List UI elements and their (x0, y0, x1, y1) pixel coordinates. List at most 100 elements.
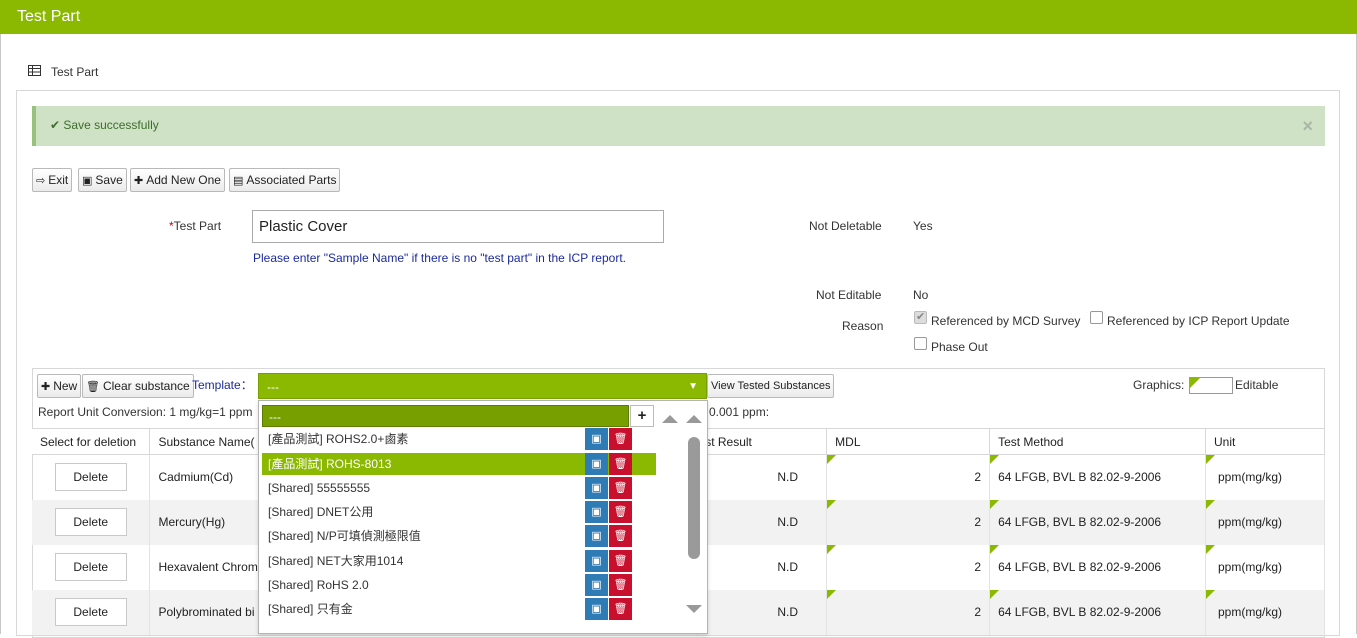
delete-button[interactable]: Delete (54, 508, 127, 536)
unit-cell[interactable]: ppm(mg/kg) (1205, 454, 1326, 500)
unit-conversion-text: Report Unit Conversion: 1 mg/kg=1 ppm (38, 405, 253, 419)
reason-label: Reason (842, 319, 884, 333)
floppy-icon[interactable]: ▣ (585, 574, 608, 596)
template-option[interactable]: [Shared] DNET公用 ▣ 🗑 (262, 501, 656, 523)
editable-label: Editable (1235, 378, 1279, 392)
delete-button[interactable]: Delete (54, 553, 127, 581)
reason-phaseout-checkbox[interactable] (914, 337, 927, 350)
floppy-icon[interactable]: ▣ (585, 453, 608, 475)
floppy-icon[interactable]: ▣ (585, 598, 608, 620)
floppy-icon[interactable]: ▣ (585, 525, 608, 547)
reason-phaseout-label: Phase Out (931, 340, 988, 354)
test-part-input[interactable]: Plastic Cover (252, 210, 664, 243)
save-button[interactable]: ▣ Save (78, 168, 127, 192)
trash-icon[interactable]: 🗑 (609, 477, 632, 499)
template-option[interactable]: [Shared] 55555555 ▣ 🗑 (262, 477, 656, 499)
col-unit: Unit (1205, 428, 1326, 455)
associated-parts-button[interactable]: ▤ Associated Parts (229, 168, 341, 192)
mdl-cell[interactable]: 2 (826, 589, 991, 635)
method-cell[interactable]: 64 LFGB, BVL B 82.02-9-2006 (989, 499, 1206, 545)
mdl-cell[interactable]: 2 (826, 544, 991, 590)
result-cell: N.D (696, 589, 828, 635)
view-tested-button[interactable]: View Tested Substances (707, 374, 835, 398)
table-icon (28, 65, 41, 79)
graphics-legend-box (1189, 377, 1233, 394)
floppy-icon[interactable]: ▣ (585, 428, 608, 450)
exit-icon: ⇨ (36, 175, 46, 187)
floppy-icon[interactable]: ▣ (585, 550, 608, 572)
trash-icon[interactable]: 🗑 (609, 598, 632, 620)
template-search-input[interactable]: --- (262, 405, 629, 427)
select-cell: Delete (32, 454, 151, 500)
trash-icon[interactable]: 🗑 (609, 501, 632, 523)
trash-icon[interactable]: 🗑 (609, 453, 632, 475)
floppy-icon[interactable]: ▣ (585, 477, 608, 499)
add-template-button[interactable]: + (630, 405, 654, 427)
mdl-cell[interactable]: 2 (826, 499, 991, 545)
new-substance-button[interactable]: ✚ New (37, 374, 82, 398)
template-option[interactable]: [Shared] NET大家用1014 ▣ 🗑 (262, 550, 656, 572)
chevron-down-icon: ▼ (688, 381, 698, 392)
panel-header: Test Part (16, 53, 1340, 91)
col-mdl: MDL (826, 428, 991, 455)
template-option[interactable]: [Shared] 只有金 ▣ 🗑 (262, 598, 656, 620)
scroll-up-icon[interactable] (662, 415, 678, 423)
unit-cell[interactable]: ppm(mg/kg) (1205, 499, 1326, 545)
template-option[interactable]: [Shared] RoHS 2.0 ▣ 🗑 (262, 574, 656, 596)
select-cell: Delete (32, 544, 151, 590)
trash-icon[interactable]: 🗑 (609, 428, 632, 450)
unit-conversion-text-right: 0.001 ppm: (709, 405, 770, 419)
reason-mcd-label: Referenced by MCD Survey (931, 314, 1081, 328)
scroll-up-icon[interactable] (686, 415, 702, 423)
col-method: Test Method (989, 428, 1206, 455)
panel-title: Test Part (51, 65, 99, 79)
select-cell: Delete (32, 589, 151, 635)
template-option[interactable]: [產品測試] ROHS2.0+鹵素 ▣ 🗑 (262, 428, 656, 450)
trash-icon[interactable]: 🗑 (609, 525, 632, 547)
scrollbar-thumb[interactable] (688, 437, 700, 559)
delete-button[interactable]: Delete (54, 463, 127, 492)
clear-substance-button[interactable]: 🗑 Clear substance (82, 374, 194, 398)
plus-icon: ✚ (134, 175, 144, 187)
test-part-label: *Test Part (169, 219, 222, 233)
template-option-selected[interactable]: [產品測試] ROHS-8013 ▣ 🗑 (262, 453, 656, 475)
reason-mcd-checkbox[interactable] (914, 310, 927, 324)
mdl-cell[interactable]: 2 (826, 454, 991, 500)
reason-icp-checkbox[interactable] (1090, 311, 1103, 324)
unit-cell[interactable]: ppm(mg/kg) (1205, 544, 1326, 590)
reason-icp-label: Referenced by ICP Report Update (1107, 314, 1290, 328)
not-deletable-value: Yes (913, 219, 933, 233)
method-cell[interactable]: 64 LFGB, BVL B 82.02-9-2006 (989, 454, 1206, 500)
not-editable-value: No (913, 288, 929, 302)
document-icon: ▤ (233, 175, 244, 187)
exit-button[interactable]: ⇨ Exit (32, 168, 73, 192)
method-cell[interactable]: 64 LFGB, BVL B 82.02-9-2006 (989, 589, 1206, 635)
alert-message: ✔ Save successfully (50, 118, 159, 132)
trash-icon: 🗑 (86, 381, 100, 393)
method-cell[interactable]: 64 LFGB, BVL B 82.02-9-2006 (989, 544, 1206, 590)
trash-icon[interactable]: 🗑 (609, 574, 632, 596)
floppy-icon[interactable]: ▣ (585, 501, 608, 523)
template-select[interactable]: --- ▼ (258, 373, 707, 399)
close-icon[interactable]: × (1302, 116, 1313, 137)
template-label: Template： (192, 378, 253, 392)
not-editable-label: Not Editable (816, 288, 882, 302)
scroll-down-icon[interactable] (686, 605, 702, 613)
plus-icon: ✚ (41, 381, 51, 393)
success-alert: ✔ Save successfully × (32, 106, 1325, 146)
result-cell: N.D (696, 454, 828, 500)
check-icon: ✔ (50, 118, 64, 132)
add-new-button[interactable]: ✚ Add New One (130, 168, 225, 192)
col-select: Select for deletion (32, 428, 151, 455)
trash-icon[interactable]: 🗑 (609, 550, 632, 572)
template-dropdown: --- + [產品測試] ROHS2.0+鹵素 ▣ 🗑 [產品測試] ROHS-80… (258, 400, 708, 634)
result-cell: N.D (696, 499, 828, 545)
graphics-label: Graphics: (1133, 378, 1185, 392)
select-cell: Delete (32, 499, 151, 545)
unit-cell[interactable]: ppm(mg/kg) (1205, 589, 1326, 635)
test-part-hint: Please enter "Sample Name" if there is n… (253, 251, 626, 265)
delete-button[interactable]: Delete (54, 598, 127, 626)
template-option[interactable]: [Shared] N/P可填偵測極限值 ▣ 🗑 (262, 525, 656, 547)
window-title: Test Part (0, 0, 1357, 34)
floppy-icon: ▣ (82, 175, 93, 187)
